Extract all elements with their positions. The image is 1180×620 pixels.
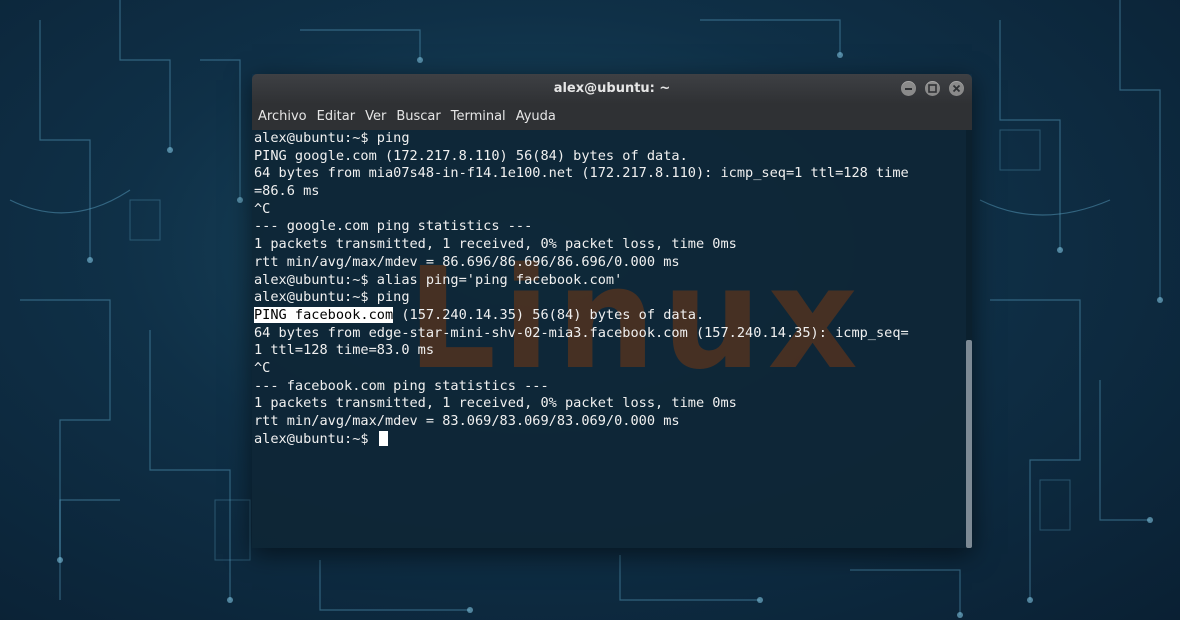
terminal-prompt-line[interactable]: alex@ubuntu:~$ [254, 431, 909, 449]
minimize-icon[interactable] [900, 81, 916, 96]
terminal-line: rtt min/avg/max/mdev = 86.696/86.696/86.… [254, 253, 680, 270]
title-bar[interactable]: alex@ubuntu: ~ [252, 74, 972, 104]
window-controls [897, 81, 964, 97]
menu-bar: Archivo Editar Ver Buscar Terminal Ayuda [252, 104, 972, 130]
terminal-line: alex@ubuntu:~$ ping [254, 130, 410, 146]
terminal-line: 64 bytes from edge-star-mini-shv-02-mia3… [254, 324, 909, 341]
maximize-icon[interactable] [924, 81, 940, 96]
terminal-lines: alex@ubuntu:~$ ping PING google.com (172… [254, 130, 909, 448]
terminal-line: PING google.com (172.217.8.110) 56(84) b… [254, 147, 688, 164]
menu-archivo[interactable]: Archivo [253, 104, 312, 130]
terminal-line: 64 bytes from mia07s48-in-f14.1e100.net … [254, 165, 909, 182]
terminal-output[interactable]: Linux alex@ubuntu:~$ ping PING google.co… [252, 130, 972, 548]
menu-buscar[interactable]: Buscar [391, 104, 445, 130]
menu-editar[interactable]: Editar [312, 104, 361, 130]
scrollbar-thumb[interactable] [966, 340, 972, 548]
terminal-line: 1 packets transmitted, 1 received, 0% pa… [254, 395, 737, 412]
menu-ver[interactable]: Ver [360, 104, 391, 130]
terminal-line: --- google.com ping statistics --- [254, 218, 533, 235]
terminal-line: alex@ubuntu:~$ alias ping='ping facebook… [254, 271, 623, 288]
close-icon[interactable] [949, 81, 964, 96]
terminal-line: ^C [254, 200, 271, 217]
terminal-line: 1 packets transmitted, 1 received, 0% pa… [254, 236, 737, 253]
text-cursor [378, 431, 388, 447]
terminal-line: alex@ubuntu:~$ ping [254, 289, 410, 306]
terminal-line: =86.6 ms [254, 183, 320, 200]
terminal-line: rtt min/avg/max/mdev = 83.069/83.069/83.… [254, 413, 680, 429]
window-title: alex@ubuntu: ~ [553, 81, 671, 96]
terminal-line: ^C [254, 359, 271, 376]
terminal-line: 1 ttl=128 time=83.0 ms [254, 342, 435, 359]
menu-ayuda[interactable]: Ayuda [511, 104, 561, 130]
terminal-line-selected: PING facebook.com (157.240.14.35) 56(84)… [254, 306, 909, 325]
text-selection[interactable]: PING facebook.com [254, 306, 394, 323]
terminal-line-rest: (157.240.14.35) 56(84) bytes of data. [393, 306, 705, 323]
shell-prompt: alex@ubuntu:~$ [254, 430, 377, 447]
terminal-line: --- facebook.com ping statistics --- [254, 377, 549, 394]
terminal-scrollbar[interactable] [966, 130, 972, 548]
terminal-window[interactable]: alex@ubuntu: ~ Archivo Editar Ver Buscar Ter… [252, 74, 972, 548]
menu-terminal[interactable]: Terminal [446, 104, 511, 130]
